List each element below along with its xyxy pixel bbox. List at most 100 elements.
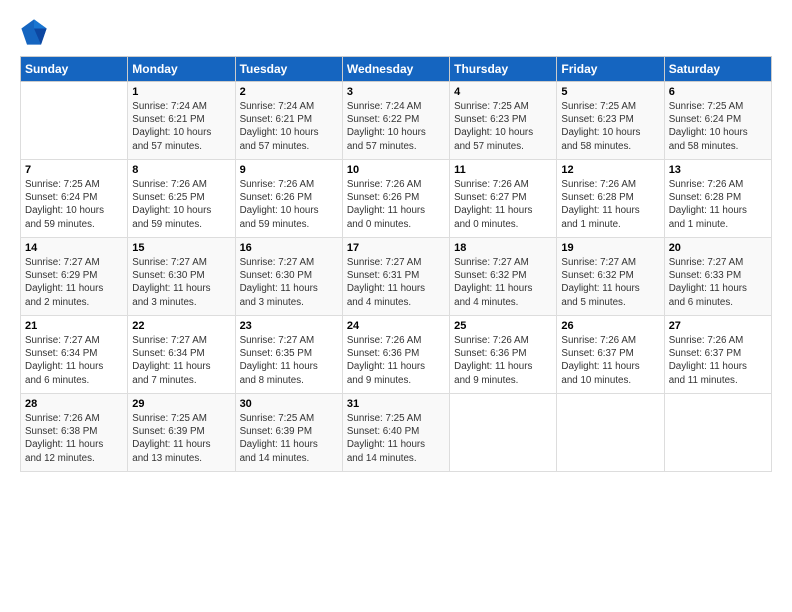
week-row: 1Sunrise: 7:24 AMSunset: 6:21 PMDaylight… bbox=[21, 82, 772, 160]
calendar-cell bbox=[450, 394, 557, 472]
calendar-cell: 14 Sunrise: 7:27 AMSunset: 6:29 PMDayligh… bbox=[21, 238, 128, 316]
week-row: 21 Sunrise: 7:27 AMSunset: 6:34 PMDayligh… bbox=[21, 316, 772, 394]
day-number: 26 bbox=[561, 320, 659, 332]
day-number: 9 bbox=[240, 164, 338, 176]
calendar-cell bbox=[664, 394, 771, 472]
day-info: Sunrise: 7:26 AMSunset: 6:36 PMDaylight:… bbox=[347, 334, 445, 387]
day-info: Sunrise: 7:27 AMSunset: 6:34 PMDaylight:… bbox=[132, 334, 230, 387]
day-info: Sunrise: 7:25 AMSunset: 6:23 PMDaylight:… bbox=[561, 100, 659, 153]
day-number: 15 bbox=[132, 242, 230, 254]
week-row: 28 Sunrise: 7:26 AMSunset: 6:38 PMDayligh… bbox=[21, 394, 772, 472]
column-headers: SundayMondayTuesdayWednesdayThursdayFrid… bbox=[21, 57, 772, 82]
calendar-cell: 2Sunrise: 7:24 AMSunset: 6:21 PMDaylight… bbox=[235, 82, 342, 160]
day-number: 8 bbox=[132, 164, 230, 176]
day-number: 10 bbox=[347, 164, 445, 176]
day-info: Sunrise: 7:27 AMSunset: 6:33 PMDaylight:… bbox=[669, 256, 767, 309]
day-number: 13 bbox=[669, 164, 767, 176]
calendar-cell: 6Sunrise: 7:25 AMSunset: 6:24 PMDaylight… bbox=[664, 82, 771, 160]
day-number: 6 bbox=[669, 86, 767, 98]
day-number: 18 bbox=[454, 242, 552, 254]
day-number: 20 bbox=[669, 242, 767, 254]
week-row: 14 Sunrise: 7:27 AMSunset: 6:29 PMDayligh… bbox=[21, 238, 772, 316]
calendar-cell: 30 Sunrise: 7:25 AMSunset: 6:39 PMDayligh… bbox=[235, 394, 342, 472]
calendar-cell: 9 Sunrise: 7:26 AMSunset: 6:26 PMDaylight… bbox=[235, 160, 342, 238]
calendar-cell: 11 Sunrise: 7:26 AMSunset: 6:27 PMDayligh… bbox=[450, 160, 557, 238]
day-info: Sunrise: 7:27 AMSunset: 6:32 PMDaylight:… bbox=[561, 256, 659, 309]
column-header-monday: Monday bbox=[128, 57, 235, 82]
day-info: Sunrise: 7:26 AMSunset: 6:37 PMDaylight:… bbox=[561, 334, 659, 387]
day-number: 17 bbox=[347, 242, 445, 254]
day-info: Sunrise: 7:25 AMSunset: 6:23 PMDaylight:… bbox=[454, 100, 552, 153]
day-info: Sunrise: 7:27 AMSunset: 6:34 PMDaylight:… bbox=[25, 334, 123, 387]
day-number: 14 bbox=[25, 242, 123, 254]
day-number: 31 bbox=[347, 398, 445, 410]
calendar-cell: 4Sunrise: 7:25 AMSunset: 6:23 PMDaylight… bbox=[450, 82, 557, 160]
calendar-cell: 10 Sunrise: 7:26 AMSunset: 6:26 PMDayligh… bbox=[342, 160, 449, 238]
day-info: Sunrise: 7:24 AMSunset: 6:22 PMDaylight:… bbox=[347, 100, 445, 153]
day-number: 5 bbox=[561, 86, 659, 98]
day-number: 21 bbox=[25, 320, 123, 332]
page: SundayMondayTuesdayWednesdayThursdayFrid… bbox=[0, 0, 792, 612]
day-number: 22 bbox=[132, 320, 230, 332]
calendar-cell: 16 Sunrise: 7:27 AMSunset: 6:30 PMDayligh… bbox=[235, 238, 342, 316]
day-info: Sunrise: 7:26 AMSunset: 6:27 PMDaylight:… bbox=[454, 178, 552, 231]
calendar-cell: 7Sunrise: 7:25 AMSunset: 6:24 PMDaylight… bbox=[21, 160, 128, 238]
day-info: Sunrise: 7:26 AMSunset: 6:38 PMDaylight:… bbox=[25, 412, 123, 465]
day-number: 27 bbox=[669, 320, 767, 332]
column-header-thursday: Thursday bbox=[450, 57, 557, 82]
logo-icon bbox=[20, 18, 48, 46]
day-info: Sunrise: 7:25 AMSunset: 6:39 PMDaylight:… bbox=[240, 412, 338, 465]
calendar-table: SundayMondayTuesdayWednesdayThursdayFrid… bbox=[20, 56, 772, 472]
calendar-cell: 19 Sunrise: 7:27 AMSunset: 6:32 PMDayligh… bbox=[557, 238, 664, 316]
day-number: 30 bbox=[240, 398, 338, 410]
day-info: Sunrise: 7:27 AMSunset: 6:31 PMDaylight:… bbox=[347, 256, 445, 309]
calendar-cell: 12 Sunrise: 7:26 AMSunset: 6:28 PMDayligh… bbox=[557, 160, 664, 238]
day-info: Sunrise: 7:27 AMSunset: 6:35 PMDaylight:… bbox=[240, 334, 338, 387]
day-info: Sunrise: 7:25 AMSunset: 6:39 PMDaylight:… bbox=[132, 412, 230, 465]
day-info: Sunrise: 7:27 AMSunset: 6:32 PMDaylight:… bbox=[454, 256, 552, 309]
calendar-cell: 13 Sunrise: 7:26 AMSunset: 6:28 PMDayligh… bbox=[664, 160, 771, 238]
calendar-cell: 26 Sunrise: 7:26 AMSunset: 6:37 PMDayligh… bbox=[557, 316, 664, 394]
day-info: Sunrise: 7:26 AMSunset: 6:36 PMDaylight:… bbox=[454, 334, 552, 387]
day-number: 12 bbox=[561, 164, 659, 176]
calendar-cell: 1Sunrise: 7:24 AMSunset: 6:21 PMDaylight… bbox=[128, 82, 235, 160]
day-number: 19 bbox=[561, 242, 659, 254]
day-info: Sunrise: 7:26 AMSunset: 6:28 PMDaylight:… bbox=[561, 178, 659, 231]
day-info: Sunrise: 7:26 AMSunset: 6:26 PMDaylight:… bbox=[240, 178, 338, 231]
day-number: 16 bbox=[240, 242, 338, 254]
calendar-cell: 17 Sunrise: 7:27 AMSunset: 6:31 PMDayligh… bbox=[342, 238, 449, 316]
day-info: Sunrise: 7:27 AMSunset: 6:30 PMDaylight:… bbox=[240, 256, 338, 309]
column-header-wednesday: Wednesday bbox=[342, 57, 449, 82]
calendar-cell bbox=[21, 82, 128, 160]
day-info: Sunrise: 7:26 AMSunset: 6:26 PMDaylight:… bbox=[347, 178, 445, 231]
calendar-cell: 15Sunrise: 7:27 AMSunset: 6:30 PMDayligh… bbox=[128, 238, 235, 316]
header bbox=[20, 18, 772, 46]
column-header-sunday: Sunday bbox=[21, 57, 128, 82]
logo bbox=[20, 18, 52, 46]
day-number: 24 bbox=[347, 320, 445, 332]
day-info: Sunrise: 7:25 AMSunset: 6:40 PMDaylight:… bbox=[347, 412, 445, 465]
day-number: 28 bbox=[25, 398, 123, 410]
calendar-cell: 29Sunrise: 7:25 AMSunset: 6:39 PMDayligh… bbox=[128, 394, 235, 472]
day-number: 25 bbox=[454, 320, 552, 332]
column-header-saturday: Saturday bbox=[664, 57, 771, 82]
calendar-cell: 20 Sunrise: 7:27 AMSunset: 6:33 PMDayligh… bbox=[664, 238, 771, 316]
calendar-cell: 27Sunrise: 7:26 AMSunset: 6:37 PMDayligh… bbox=[664, 316, 771, 394]
week-row: 7Sunrise: 7:25 AMSunset: 6:24 PMDaylight… bbox=[21, 160, 772, 238]
calendar-cell: 21 Sunrise: 7:27 AMSunset: 6:34 PMDayligh… bbox=[21, 316, 128, 394]
day-info: Sunrise: 7:24 AMSunset: 6:21 PMDaylight:… bbox=[132, 100, 230, 153]
calendar-cell: 22 Sunrise: 7:27 AMSunset: 6:34 PMDayligh… bbox=[128, 316, 235, 394]
column-header-tuesday: Tuesday bbox=[235, 57, 342, 82]
day-info: Sunrise: 7:26 AMSunset: 6:28 PMDaylight:… bbox=[669, 178, 767, 231]
day-number: 3 bbox=[347, 86, 445, 98]
day-number: 2 bbox=[240, 86, 338, 98]
calendar-cell: 23 Sunrise: 7:27 AMSunset: 6:35 PMDayligh… bbox=[235, 316, 342, 394]
day-info: Sunrise: 7:27 AMSunset: 6:29 PMDaylight:… bbox=[25, 256, 123, 309]
calendar-cell: 24 Sunrise: 7:26 AMSunset: 6:36 PMDayligh… bbox=[342, 316, 449, 394]
calendar-cell: 25 Sunrise: 7:26 AMSunset: 6:36 PMDayligh… bbox=[450, 316, 557, 394]
day-number: 11 bbox=[454, 164, 552, 176]
calendar-cell: 8 Sunrise: 7:26 AMSunset: 6:25 PMDaylight… bbox=[128, 160, 235, 238]
calendar-cell: 28 Sunrise: 7:26 AMSunset: 6:38 PMDayligh… bbox=[21, 394, 128, 472]
day-info: Sunrise: 7:26 AMSunset: 6:25 PMDaylight:… bbox=[132, 178, 230, 231]
day-number: 23 bbox=[240, 320, 338, 332]
